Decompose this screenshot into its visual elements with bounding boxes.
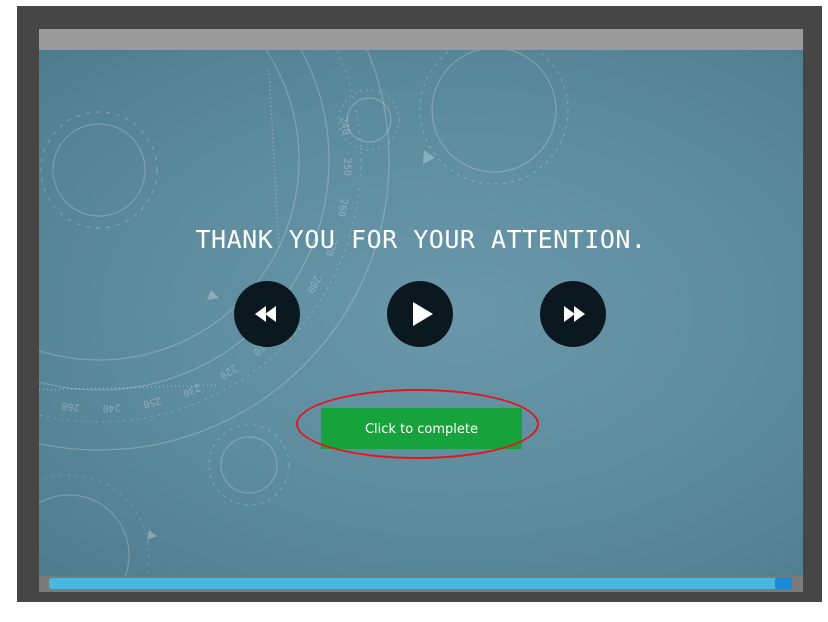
progress-track[interactable] bbox=[49, 577, 792, 590]
player-top-bar bbox=[39, 29, 803, 50]
dial-number: 240 bbox=[102, 401, 121, 414]
fast-forward-button[interactable] bbox=[540, 281, 606, 347]
dial-number: 230 bbox=[181, 381, 202, 398]
play-icon bbox=[413, 302, 433, 326]
dial-number: 260 bbox=[61, 400, 80, 412]
dial-number: 240 bbox=[337, 116, 351, 136]
dial-number: 260 bbox=[335, 198, 349, 218]
progress-fill bbox=[49, 578, 792, 589]
dial-number: 250 bbox=[341, 158, 352, 176]
rewind-icon bbox=[255, 306, 276, 322]
rewind-button[interactable] bbox=[234, 281, 300, 347]
play-button[interactable] bbox=[387, 281, 453, 347]
click-to-complete-button[interactable]: Click to complete bbox=[321, 408, 522, 449]
dial-number: 250 bbox=[142, 394, 162, 409]
slide-canvas: 240250260270280290210220230250240260 THA… bbox=[39, 50, 803, 576]
slide-title: THANK YOU FOR YOUR ATTENTION. bbox=[195, 225, 647, 254]
progress-bar-area bbox=[39, 576, 803, 592]
progress-handle[interactable] bbox=[775, 577, 792, 590]
dial-number: 280 bbox=[304, 274, 322, 295]
fast-forward-icon bbox=[564, 306, 585, 322]
time-readout: 42:37 / 42:37 bbox=[740, 609, 822, 622]
dial-number: 220 bbox=[217, 362, 238, 381]
